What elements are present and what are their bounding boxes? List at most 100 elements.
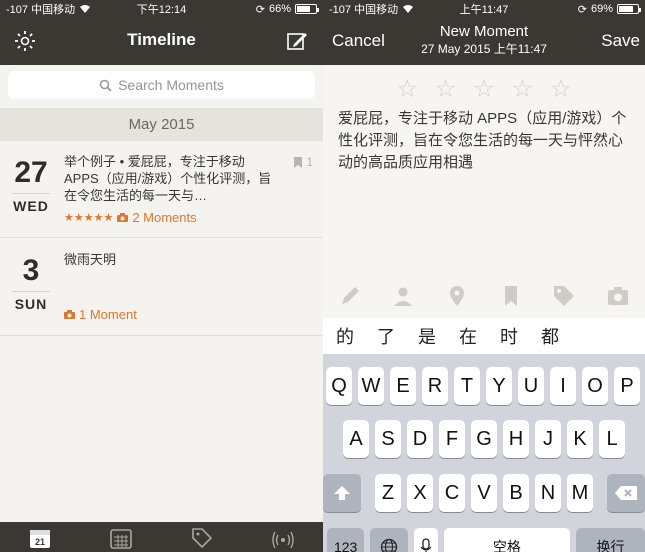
microphone-icon: [420, 538, 432, 552]
camera-icon: [64, 310, 75, 319]
key-j[interactable]: J: [535, 420, 561, 458]
star-3[interactable]: ☆: [473, 74, 495, 104]
candidate-word[interactable]: 时: [500, 323, 541, 349]
moment-text-area[interactable]: 爱屁屁，专注于移动 APPS（应用/游戏）个性化评测，旨在令您生活的每一天与怦然…: [338, 108, 633, 174]
key-e[interactable]: E: [390, 367, 416, 405]
candidate-word[interactable]: 的: [336, 323, 377, 349]
rating-stars: ★★★★★: [64, 212, 114, 224]
globe-icon: [380, 538, 398, 552]
key-f[interactable]: F: [439, 420, 465, 458]
tag-icon[interactable]: [552, 284, 576, 308]
compose-icon[interactable]: [285, 29, 309, 53]
entry-text: 微雨天明: [64, 252, 117, 267]
key-l[interactable]: L: [599, 420, 625, 458]
bookmark-icon[interactable]: [499, 284, 523, 308]
key-v[interactable]: V: [471, 474, 497, 512]
entry-meta: ★★★★★ 2 Moments: [64, 210, 197, 225]
star-4[interactable]: ☆: [511, 74, 533, 104]
lock-rotation-icon: ⟳: [255, 3, 265, 16]
pencil-icon[interactable]: [338, 284, 362, 308]
screenshot: -107 中国移动 下午12:14 ⟳ 66% Timeline Search …: [0, 0, 645, 552]
numbers-key[interactable]: 123: [327, 528, 365, 552]
battery-icon: [617, 4, 641, 14]
star-5[interactable]: ☆: [550, 74, 572, 104]
shift-icon: [334, 486, 351, 500]
keyboard: QWERTYUIOP ASDFGHJKL ZXCVBNM 123 空格 换行: [323, 354, 645, 552]
new-moment-screen: -107 中国移动 上午11:47 ⟳ 69% Cancel New Momen…: [323, 0, 645, 552]
lock-rotation-icon: ⟳: [577, 3, 587, 16]
search-input[interactable]: Search Moments: [8, 71, 315, 99]
broadcast-icon[interactable]: [271, 526, 295, 550]
bookmark-count: 1: [294, 155, 313, 169]
key-u[interactable]: U: [518, 367, 544, 405]
key-p[interactable]: P: [614, 367, 640, 405]
entry-day: 27: [14, 156, 48, 189]
key-n[interactable]: N: [535, 474, 561, 512]
key-w[interactable]: W: [358, 367, 384, 405]
search-placeholder: Search Moments: [118, 77, 224, 93]
key-g[interactable]: G: [471, 420, 497, 458]
candidate-word[interactable]: 都: [541, 323, 582, 349]
keyboard-row-2: ASDFGHJKL: [323, 420, 645, 458]
return-key[interactable]: 换行: [575, 528, 645, 552]
battery-percent: 66%: [268, 3, 291, 15]
battery-icon: [295, 4, 319, 14]
key-b[interactable]: B: [503, 474, 529, 512]
delete-key[interactable]: [606, 474, 645, 512]
mic-key[interactable]: [413, 528, 438, 552]
key-y[interactable]: Y: [486, 367, 512, 405]
moments-count: 1 Moment: [79, 307, 137, 322]
key-r[interactable]: R: [422, 367, 448, 405]
calendar-day-tab[interactable]: 21: [28, 526, 52, 550]
wifi-icon: [403, 5, 414, 13]
nav-bar: -107 中国移动 下午12:14 ⟳ 66% Timeline: [0, 0, 323, 65]
save-button[interactable]: Save: [601, 31, 640, 51]
camera-icon[interactable]: [606, 284, 630, 308]
entry-date: 27 WED: [0, 157, 62, 214]
key-x[interactable]: X: [407, 474, 433, 512]
keyboard-row-4: 123 空格 换行: [323, 528, 645, 552]
key-m[interactable]: M: [567, 474, 593, 512]
attachment-toolbar: [323, 282, 645, 310]
timeline-entry[interactable]: 27 WED 举个例子 • 爱屁屁，专注于移动 APPS（应用/游戏）个性化评测…: [0, 141, 323, 238]
entry-meta: 1 Moment: [64, 307, 137, 322]
key-a[interactable]: A: [343, 420, 369, 458]
key-t[interactable]: T: [454, 367, 480, 405]
person-icon[interactable]: [391, 284, 415, 308]
search-icon: [99, 79, 112, 92]
key-h[interactable]: H: [503, 420, 529, 458]
tab-day-number: 21: [35, 537, 45, 547]
carrier: -107 中国移动: [6, 4, 76, 16]
key-c[interactable]: C: [439, 474, 465, 512]
keyboard-row-1: QWERTYUIOP: [323, 367, 645, 405]
key-q[interactable]: Q: [326, 367, 352, 405]
key-i[interactable]: I: [550, 367, 576, 405]
space-key[interactable]: 空格: [443, 528, 570, 552]
key-k[interactable]: K: [567, 420, 593, 458]
camera-icon: [117, 213, 129, 222]
timeline-screen: -107 中国移动 下午12:14 ⟳ 66% Timeline Search …: [0, 0, 323, 552]
star-2[interactable]: ☆: [434, 74, 456, 104]
entry-weekday: SUN: [12, 291, 50, 312]
star-1[interactable]: ☆: [396, 74, 418, 104]
letter-keys: ZXCVBNM: [375, 474, 593, 512]
location-pin-icon[interactable]: [445, 284, 469, 308]
battery-percent: 69%: [590, 3, 613, 15]
key-d[interactable]: D: [407, 420, 433, 458]
key-o[interactable]: O: [582, 367, 608, 405]
calendar-month-tab[interactable]: [109, 526, 133, 550]
candidate-word[interactable]: 在: [459, 323, 500, 349]
status-bar: -107 中国移动 上午11:47 ⟳ 69%: [323, 0, 645, 18]
entry-weekday: WED: [12, 193, 50, 214]
tag-icon[interactable]: [190, 526, 214, 550]
candidate-word[interactable]: 了: [377, 323, 418, 349]
bookmark-icon: [294, 156, 303, 168]
key-z[interactable]: Z: [375, 474, 401, 512]
tab-bar: 21: [0, 522, 323, 552]
bookmark-count-label: 1: [306, 155, 313, 169]
globe-key[interactable]: [370, 528, 408, 552]
shift-key[interactable]: [323, 474, 362, 512]
timeline-entry[interactable]: 3 SUN 微雨天明 1 Moment: [0, 239, 323, 336]
key-s[interactable]: S: [375, 420, 401, 458]
candidate-word[interactable]: 是: [418, 323, 459, 349]
